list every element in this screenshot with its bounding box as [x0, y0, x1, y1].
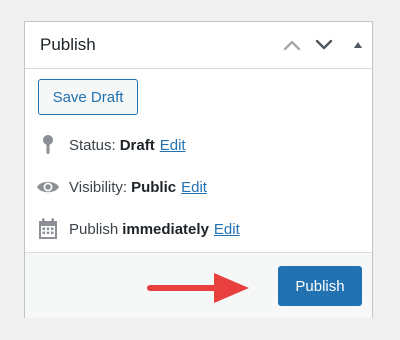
schedule-row: Publish immediately Edit: [36, 217, 240, 241]
visibility-row: Visibility: Public Edit: [36, 175, 207, 199]
status-row: Status: Draft Edit: [36, 133, 186, 157]
pin-icon: [36, 133, 60, 157]
panel-header: Publish: [25, 22, 372, 69]
visibility-value: Public: [131, 178, 177, 196]
move-down-button[interactable]: [311, 32, 337, 58]
status-value: Draft: [119, 136, 155, 154]
toggle-panel-button[interactable]: [345, 32, 371, 58]
edit-status-link[interactable]: Edit: [160, 137, 186, 154]
calendar-icon: [36, 217, 60, 241]
visibility-label: Visibility:: [69, 178, 128, 196]
eye-icon: [36, 175, 60, 199]
panel-title: Publish: [40, 35, 96, 54]
save-draft-button[interactable]: Save Draft: [38, 79, 138, 115]
chevron-down-icon: [315, 39, 333, 50]
edit-schedule-link[interactable]: Edit: [214, 221, 240, 238]
schedule-label: Publish: [69, 220, 119, 238]
pointer-arrow-icon: [147, 273, 249, 303]
status-label: Status:: [69, 136, 116, 154]
triangle-up-icon: [354, 42, 362, 48]
schedule-value: immediately: [122, 220, 209, 238]
chevron-up-icon: [283, 40, 301, 51]
publish-button[interactable]: Publish: [278, 266, 362, 306]
move-up-button[interactable]: [279, 32, 305, 58]
edit-visibility-link[interactable]: Edit: [181, 179, 207, 196]
